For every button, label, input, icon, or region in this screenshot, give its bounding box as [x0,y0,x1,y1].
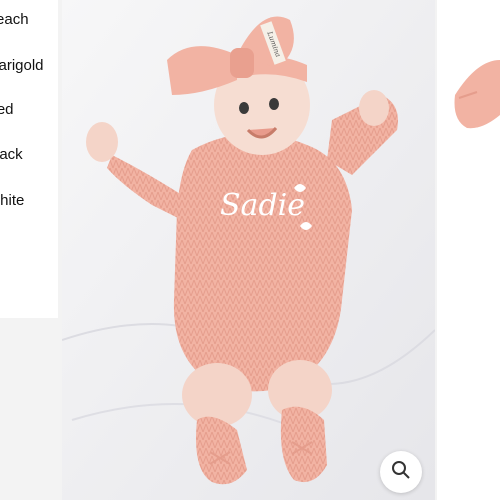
color-option-peach[interactable]: Peach [0,11,29,28]
romper-name-embroidery: Sadie [220,188,305,223]
product-photo-illustration: Sadie Lumina [62,0,435,500]
color-option-red[interactable]: Red [0,101,14,118]
color-options-panel: Peach Marigold Red Black White [0,0,58,318]
next-image-thumbnail [454,60,500,129]
color-option-black[interactable]: Black [0,146,23,163]
color-option-white[interactable]: White [0,192,24,209]
zoom-button[interactable] [380,451,422,493]
product-main-image[interactable]: Sadie Lumina [62,0,435,500]
color-option-marigold[interactable]: Marigold [0,57,44,74]
next-image-preview[interactable] [437,0,500,500]
search-icon [391,460,411,485]
knit-romper [173,133,352,392]
